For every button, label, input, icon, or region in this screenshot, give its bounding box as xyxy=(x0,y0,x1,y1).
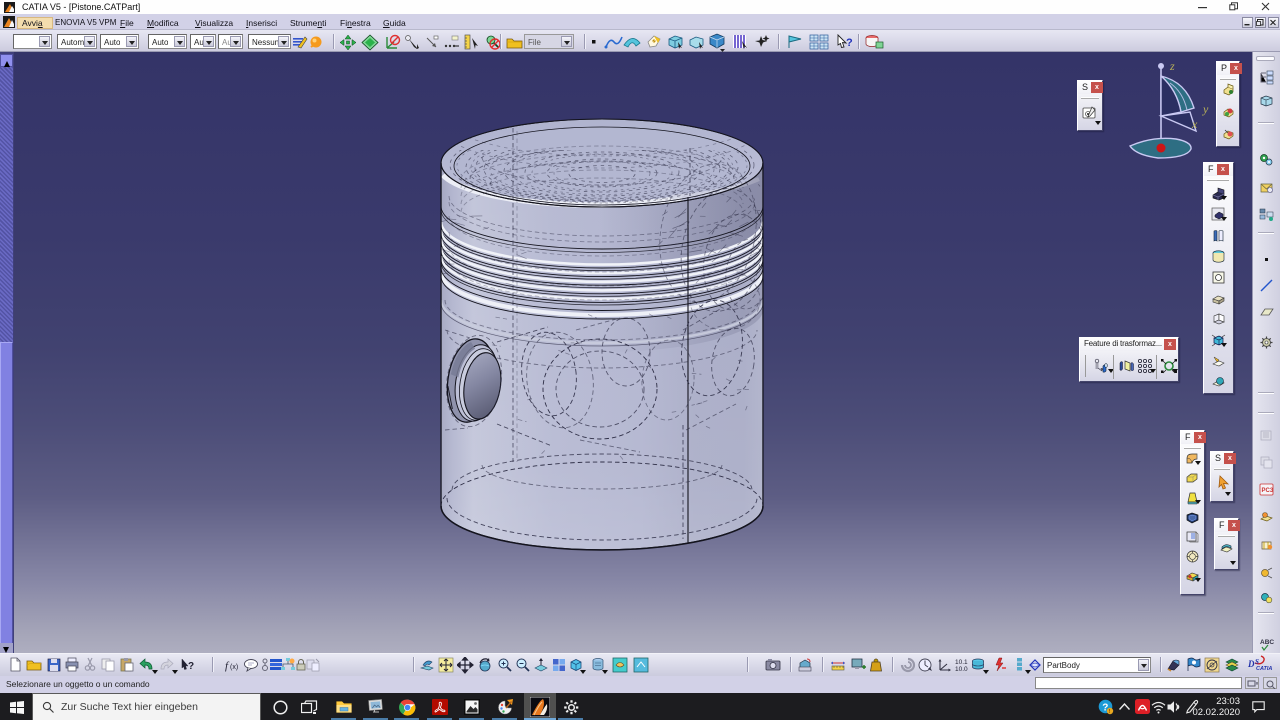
svg-text:10.0: 10.0 xyxy=(955,666,968,673)
svg-text:10.1: 10.1 xyxy=(955,659,968,666)
svg-text:?: ? xyxy=(188,661,194,672)
svg-text:y: y xyxy=(1202,102,1209,116)
svg-text:D: D xyxy=(1247,659,1255,669)
svg-text:x: x xyxy=(1191,117,1198,131)
svg-text:?: ? xyxy=(846,37,853,49)
svg-text:S: S xyxy=(1255,658,1259,666)
svg-text:z: z xyxy=(1169,59,1175,73)
svg-text:!: ! xyxy=(1109,709,1111,715)
svg-text:ABC: ABC xyxy=(1260,639,1274,646)
svg-text:(x): (x) xyxy=(230,664,238,671)
svg-text:PC3: PC3 xyxy=(1262,488,1274,494)
svg-text:CATIA: CATIA xyxy=(1256,666,1272,672)
